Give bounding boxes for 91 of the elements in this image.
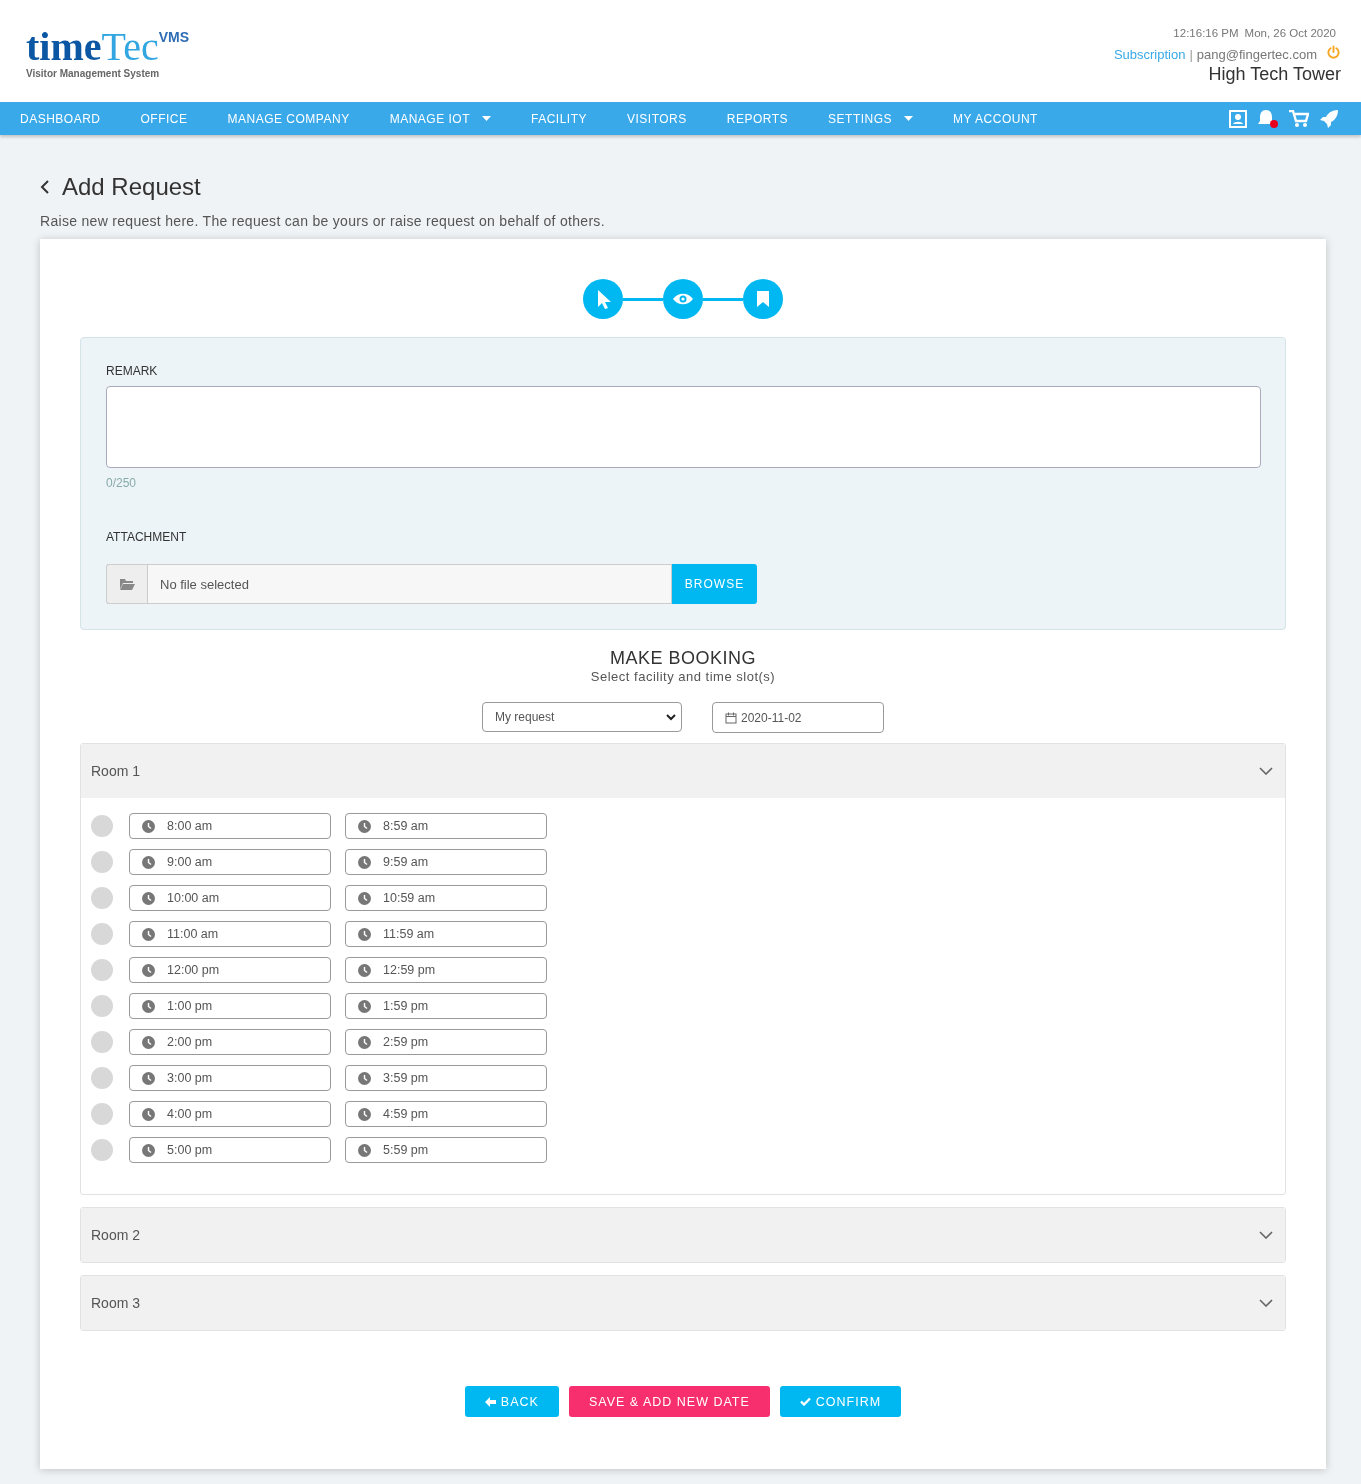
slot-radio[interactable] <box>91 995 113 1017</box>
clock-time: 12:16:16 PM <box>1173 27 1239 39</box>
page-subtitle: Raise new request here. The request can be yours or raise request on behalf of others. <box>40 213 606 229</box>
end-time-field[interactable]: 2:59 pm <box>345 1029 547 1055</box>
start-time-field[interactable]: 9:00 am <box>129 849 331 875</box>
rocket-icon[interactable] <box>1319 108 1339 129</box>
start-time-field[interactable]: 3:00 pm <box>129 1065 331 1091</box>
clock-icon <box>142 1107 155 1121</box>
room-header[interactable]: Room 2 <box>81 1208 1285 1262</box>
user-email: pang@fingertec.com <box>1196 47 1317 62</box>
current-date: Mon, 26 Oct 2020 <box>1244 27 1336 39</box>
start-time-field[interactable]: 8:00 am <box>129 813 331 839</box>
start-time-field[interactable]: 11:00 am <box>129 921 331 947</box>
clock-icon <box>142 819 155 833</box>
clock-icon <box>142 1035 155 1049</box>
power-icon[interactable] <box>1326 45 1341 60</box>
separator: | <box>1189 47 1193 62</box>
clock-icon <box>142 927 155 941</box>
clock-icon <box>142 891 155 905</box>
clock-icon <box>358 1143 371 1157</box>
start-time-field[interactable]: 5:00 pm <box>129 1137 331 1163</box>
end-time-field[interactable]: 12:59 pm <box>345 957 547 983</box>
slot-radio[interactable] <box>91 887 113 909</box>
clock-icon <box>358 963 371 977</box>
clock-icon <box>142 855 155 869</box>
eye-step-icon[interactable] <box>663 279 703 319</box>
request-select[interactable]: My request <box>482 702 682 732</box>
start-time-field[interactable]: 10:00 am <box>129 885 331 911</box>
bell-icon[interactable] <box>1257 108 1279 129</box>
slot-radio[interactable] <box>91 959 113 981</box>
chevron-down-icon <box>1259 767 1273 775</box>
end-time-field[interactable]: 10:59 am <box>345 885 547 911</box>
cart-icon[interactable] <box>1289 109 1309 128</box>
slot-radio[interactable] <box>91 1067 113 1089</box>
end-time-field[interactable]: 3:59 pm <box>345 1065 547 1091</box>
save-button[interactable]: SAVE & ADD NEW DATE <box>568 1386 770 1417</box>
contact-card-icon[interactable] <box>1229 109 1247 128</box>
clock-icon <box>358 1107 371 1121</box>
end-time-field[interactable]: 1:59 pm <box>345 993 547 1019</box>
clock-icon <box>358 1035 371 1049</box>
bookmark-step-icon[interactable] <box>743 279 783 319</box>
clock-icon <box>142 1143 155 1157</box>
caret-icon[interactable] <box>482 116 491 121</box>
booking-subtitle: Select facility and time slot(s) <box>590 669 776 684</box>
end-time-field[interactable]: 5:59 pm <box>345 1137 547 1163</box>
end-time-field[interactable]: 8:59 am <box>345 813 547 839</box>
clock-icon <box>358 999 371 1013</box>
start-time-field[interactable]: 12:00 pm <box>129 957 331 983</box>
start-time-field[interactable]: 1:00 pm <box>129 993 331 1019</box>
calendar-icon <box>725 711 737 724</box>
page-title: Add Request <box>62 173 201 201</box>
step-connector <box>703 297 743 301</box>
remark-label: REMARK <box>106 364 159 378</box>
clock-icon <box>358 819 371 833</box>
slot-radio[interactable] <box>91 923 113 945</box>
step-connector <box>623 297 663 301</box>
check-icon <box>799 1397 811 1406</box>
building-name: High Tech Tower <box>1208 64 1341 85</box>
clock-icon <box>358 927 371 941</box>
slot-radio[interactable] <box>91 1139 113 1161</box>
attachment-label: ATTACHMENT <box>106 530 188 544</box>
slot-radio[interactable] <box>91 815 113 837</box>
remark-field[interactable] <box>106 386 1261 468</box>
slot-radio[interactable] <box>91 1103 113 1125</box>
folder-icon <box>119 578 135 590</box>
room-header[interactable]: Room 1 <box>81 744 1285 798</box>
chevron-down-icon <box>666 713 676 721</box>
clock-icon <box>142 1071 155 1085</box>
start-time-field[interactable]: 2:00 pm <box>129 1029 331 1055</box>
end-time-field[interactable]: 4:59 pm <box>345 1101 547 1127</box>
slot-radio[interactable] <box>91 851 113 873</box>
start-time-field[interactable]: 4:00 pm <box>129 1101 331 1127</box>
clock-icon <box>358 1071 371 1085</box>
caret-icon[interactable] <box>904 116 914 121</box>
chevron-down-icon <box>1259 1231 1273 1239</box>
date-field[interactable]: 2020-11-02 <box>712 702 884 733</box>
clock-icon <box>142 999 155 1013</box>
end-time-field[interactable]: 9:59 am <box>345 849 547 875</box>
clock-icon <box>142 963 155 977</box>
end-time-field[interactable]: 11:59 am <box>345 921 547 947</box>
room-header[interactable]: Room 3 <box>81 1276 1285 1330</box>
back-chevron-icon[interactable] <box>40 180 50 194</box>
clock-icon <box>358 891 371 905</box>
file-field[interactable]: No file selected <box>147 564 672 604</box>
pointer-step-icon[interactable] <box>583 279 623 319</box>
character-counter: 0/250 <box>106 476 138 490</box>
arrow-left-icon <box>484 1396 496 1407</box>
slot-radio[interactable] <box>91 1031 113 1053</box>
chevron-down-icon <box>1259 1299 1273 1307</box>
booking-title: MAKE BOOKING <box>610 648 756 669</box>
clock-icon <box>358 855 371 869</box>
